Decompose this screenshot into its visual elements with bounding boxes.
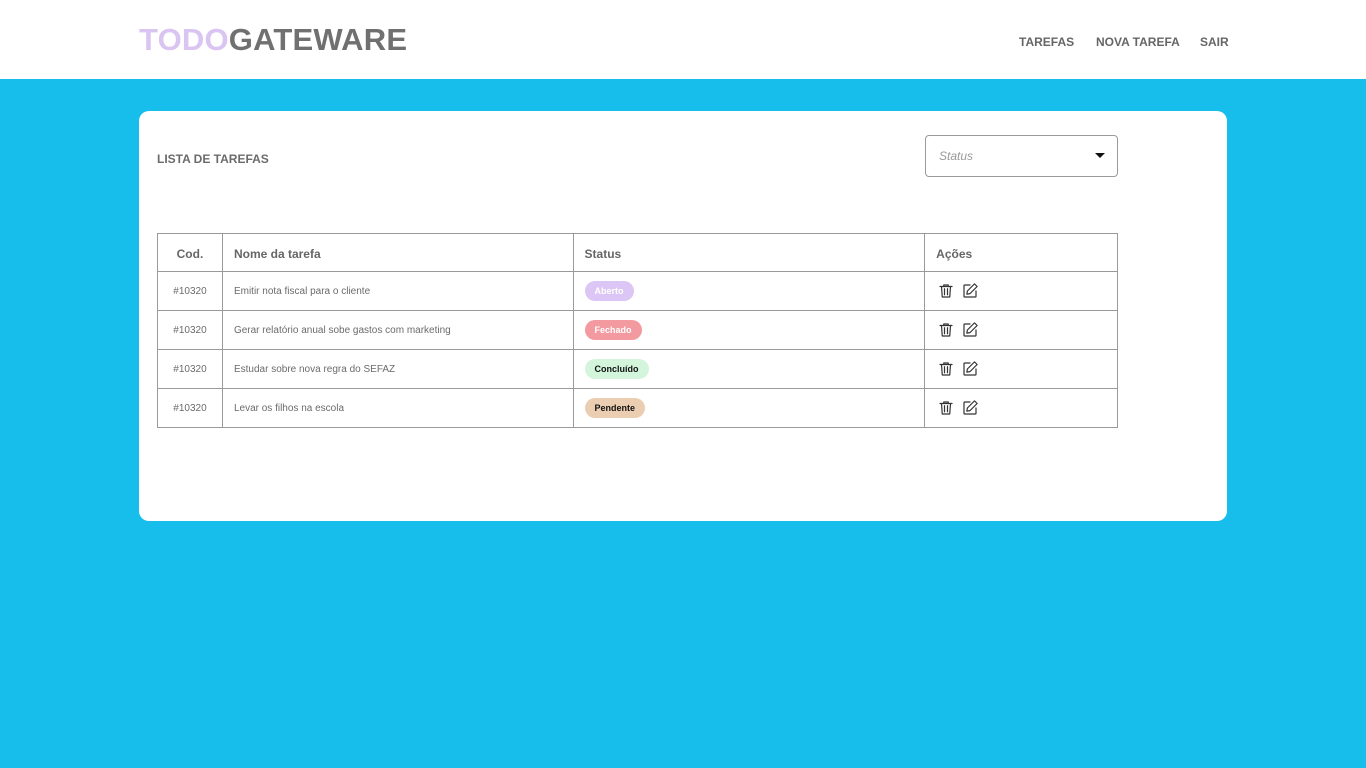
table-row: #10320 Gerar relatório anual sobe gastos… [157,310,1118,350]
nav-link-nova-tarefa[interactable]: NOVA TAREFA [1096,35,1180,49]
status-filter-placeholder: Status [939,149,974,163]
task-list-card: LISTA DE TAREFAS Status Cod. Nome da tar… [139,111,1227,521]
edit-icon[interactable] [961,360,979,378]
column-header-cod: Cod. [157,233,223,272]
task-actions-cell [924,271,1118,311]
trash-icon[interactable] [937,360,955,378]
table-row: #10320 Levar os filhos na escola Pendent… [157,388,1118,428]
task-actions-cell [924,349,1118,389]
task-code: #10320 [157,388,223,428]
task-status-cell: Aberto [572,271,926,311]
logo-part-gateware: GATEWARE [228,22,408,57]
edit-icon[interactable] [961,321,979,339]
page-title: LISTA DE TAREFAS [157,152,269,166]
task-name: Levar os filhos na escola [221,388,574,428]
nav-link-tarefas[interactable]: TAREFAS [1019,35,1074,49]
top-navbar: TODOGATEWARE TAREFAS NOVA TAREFA SAIR [0,0,1366,79]
task-actions-cell [924,310,1118,350]
table-row: #10320 Estudar sobre nova regra do SEFAZ… [157,349,1118,389]
column-header-acoes: Ações [924,233,1118,272]
task-status-cell: Concluído [572,349,926,389]
task-code: #10320 [157,271,223,311]
trash-icon[interactable] [937,321,955,339]
task-code: #10320 [157,349,223,389]
task-name: Gerar relatório anual sobe gastos com ma… [221,310,574,350]
task-status-cell: Fechado [572,310,926,350]
task-table: Cod. Nome da tarefa Status Ações #10320 … [157,233,1118,428]
trash-icon[interactable] [937,282,955,300]
status-badge: Pendente [584,398,646,418]
nav-link-sair[interactable]: SAIR [1200,35,1229,49]
status-badge: Concluído [584,359,649,379]
chevron-down-icon [1095,153,1105,158]
app-logo[interactable]: TODOGATEWARE [139,22,407,58]
task-code: #10320 [157,310,223,350]
table-row: #10320 Emitir nota fiscal para o cliente… [157,271,1118,311]
logo-part-todo: TODO [139,22,229,57]
column-header-status: Status [572,233,926,272]
status-badge: Aberto [584,281,634,301]
status-badge: Fechado [584,320,642,340]
column-header-nome: Nome da tarefa [221,233,574,272]
task-status-cell: Pendente [572,388,926,428]
status-filter-select[interactable]: Status [925,135,1118,177]
edit-icon[interactable] [961,282,979,300]
task-actions-cell [924,388,1118,428]
trash-icon[interactable] [937,399,955,417]
task-name: Emitir nota fiscal para o cliente [221,271,574,311]
table-header-row: Cod. Nome da tarefa Status Ações [157,233,1118,272]
edit-icon[interactable] [961,399,979,417]
task-name: Estudar sobre nova regra do SEFAZ [221,349,574,389]
